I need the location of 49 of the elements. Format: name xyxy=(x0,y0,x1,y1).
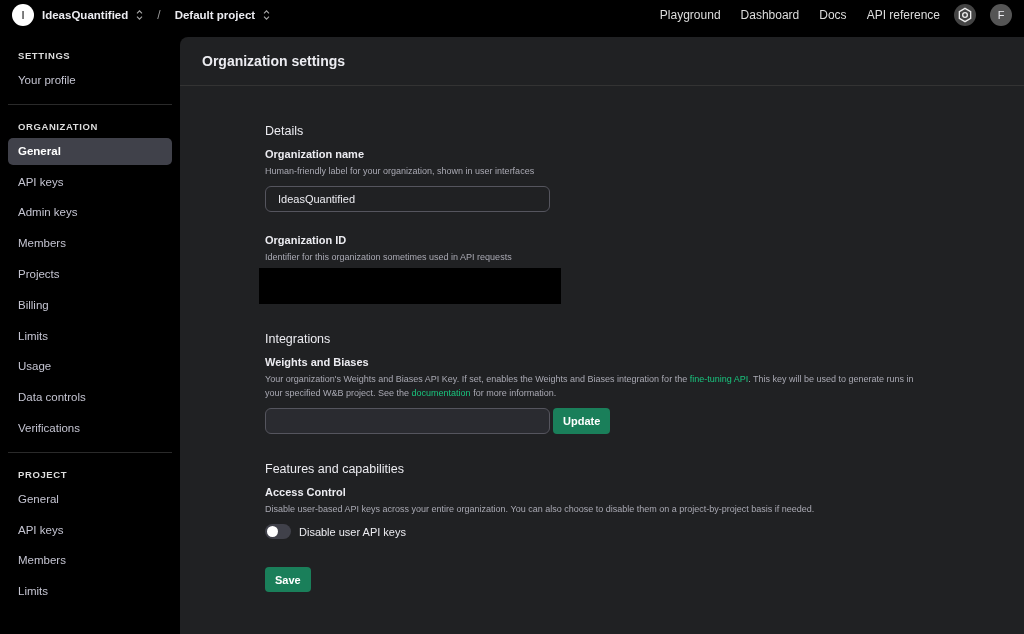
sidebar-item[interactable]: Members xyxy=(8,547,172,575)
section-heading: Features and capabilities xyxy=(265,462,405,476)
sidebar-heading: ORGANIZATION xyxy=(17,119,99,134)
sidebar-item[interactable]: Projects xyxy=(8,261,172,288)
sidebar-item[interactable]: Admin keys xyxy=(8,199,172,227)
nav-link[interactable]: API reference xyxy=(866,8,940,22)
chevron-icon[interactable] xyxy=(263,10,271,20)
field-description: Disable user-based API keys across your entire organization. You can also choose to disable them on a project-by-project basis if needed. xyxy=(265,503,816,516)
page-title: Organization settings xyxy=(202,53,346,69)
section-heading: Details xyxy=(265,124,305,138)
sidebar-item[interactable]: API keys xyxy=(8,168,172,196)
org-avatar: I xyxy=(12,4,34,26)
field-description: Human-friendly label for your organization, shown in user interfaces xyxy=(265,165,536,178)
sidebar-item[interactable]: Members xyxy=(8,230,172,258)
toggle-switch[interactable] xyxy=(265,524,291,539)
sidebar-item[interactable]: General xyxy=(8,137,172,165)
description-link[interactable]: documentation xyxy=(411,388,471,398)
sidebar-heading: SETTINGS xyxy=(17,49,72,63)
section-heading: Integrations xyxy=(265,332,332,346)
field-label: Access Control xyxy=(265,486,347,498)
user-avatar[interactable]: F xyxy=(990,4,1012,26)
sidebar-item[interactable]: Verifications xyxy=(8,414,172,442)
breadcrumb-separator: / xyxy=(157,8,161,22)
field-description: Identifier for this organization sometimes used in API requests xyxy=(265,251,513,264)
sidebar-item[interactable]: Billing xyxy=(8,291,172,319)
sidebar-item[interactable]: Limits xyxy=(8,578,172,606)
chevron-icon[interactable] xyxy=(136,10,144,20)
sidebar-heading: PROJECT xyxy=(17,467,69,482)
nav-link[interactable]: Docs xyxy=(819,8,847,22)
org-name[interactable]: IdeasQuantified xyxy=(42,9,129,21)
sidebar-item[interactable]: General xyxy=(8,485,172,513)
settings-icon[interactable] xyxy=(954,4,976,26)
toggle-label: Disable user API keys xyxy=(299,525,406,538)
input-field[interactable] xyxy=(265,408,550,434)
sidebar-item[interactable]: Data controls xyxy=(8,384,172,412)
save-button[interactable]: Save xyxy=(265,567,311,592)
field-label: Organization ID xyxy=(265,234,348,246)
update-button[interactable]: Update xyxy=(553,408,611,434)
input-field[interactable]: IdeasQuantified xyxy=(265,186,550,212)
sidebar-item[interactable]: Usage xyxy=(8,353,172,381)
project-name[interactable]: Default project xyxy=(174,9,256,21)
field-label: Weights and Biases xyxy=(265,356,370,368)
field-description: Your organization's Weights and Biases API Key. If set, enables the Weights and Biases integration for the fine-tuning API. This key will be used to generate runs in your specified W&B project. See the documentation for more information. xyxy=(265,373,915,400)
field-label: Organization name xyxy=(265,148,366,160)
sidebar-item[interactable]: API keys xyxy=(8,516,172,544)
nav-link[interactable]: Dashboard xyxy=(740,8,800,22)
sidebar-item[interactable]: Your profile xyxy=(8,67,172,94)
nav-link[interactable]: Playground xyxy=(659,8,721,22)
sidebar-item[interactable]: Limits xyxy=(8,322,172,350)
